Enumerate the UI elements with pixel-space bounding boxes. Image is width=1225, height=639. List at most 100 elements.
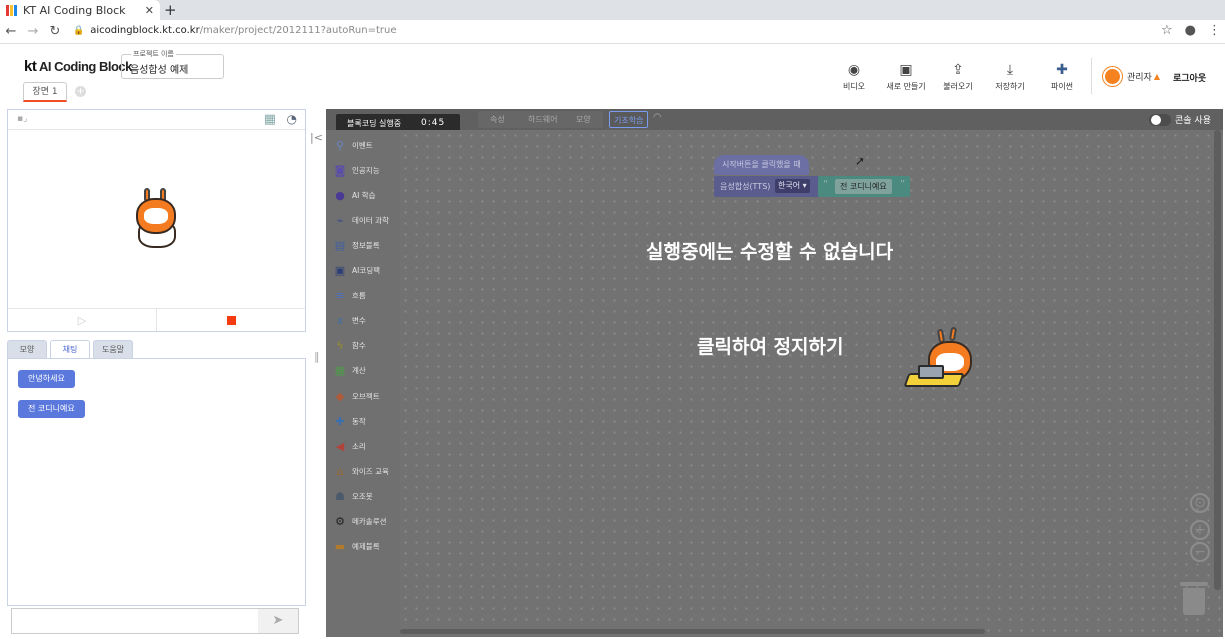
palette-item[interactable]: ▣ AI코딩팩 bbox=[334, 262, 380, 280]
profile-icon[interactable]: ● bbox=[1185, 23, 1196, 38]
new-file-icon: ▣ bbox=[899, 62, 913, 78]
avatar bbox=[1103, 67, 1122, 86]
palette-item-label: 오조봇 bbox=[352, 491, 373, 501]
project-name-value: 음성합성 예제 bbox=[130, 65, 189, 76]
tab-shape[interactable]: 모양 bbox=[7, 340, 47, 359]
browser-tab[interactable]: KT AI Coding Block ✕ bbox=[0, 0, 160, 20]
palette-item[interactable]: ϟ 함수 bbox=[334, 337, 366, 355]
palette-item[interactable]: 𝑥 변수 bbox=[334, 312, 366, 330]
palette-item[interactable]: ▦ 계산 bbox=[334, 362, 366, 380]
add-scene-button[interactable]: + bbox=[75, 86, 86, 97]
console-toggle[interactable]: 콘솔 사용 bbox=[1129, 112, 1215, 126]
calculate-icon: ▦ bbox=[334, 364, 346, 378]
trash-icon[interactable] bbox=[1180, 582, 1208, 615]
text-block[interactable]: “ 전 코디니예요 ” bbox=[818, 176, 910, 197]
palette-item-label: 오브젝트 bbox=[352, 391, 380, 401]
collapse-panel-icon[interactable]: |< bbox=[310, 131, 323, 144]
palette-item[interactable]: ⚲ 이벤트 bbox=[334, 136, 373, 154]
palette-item[interactable]: ≡ 흐름 bbox=[334, 287, 366, 305]
palette-item-label: 이벤트 bbox=[352, 140, 373, 150]
palette-item[interactable]: ✚ 동작 bbox=[334, 412, 366, 430]
click-to-stop-button[interactable]: 클릭하여 정지하기 bbox=[697, 332, 843, 359]
close-quote-icon: ” bbox=[899, 179, 905, 190]
project-name-field[interactable]: 프로젝트 이름 음성합성 예제 bbox=[121, 49, 224, 79]
menu-icon[interactable]: ⋮ bbox=[1208, 23, 1221, 38]
tab-hardware[interactable]: 하드웨어 bbox=[516, 111, 570, 128]
palette-item-label: 동작 bbox=[352, 416, 366, 426]
url-path: /maker/project/2012111?autoRun=true bbox=[199, 25, 397, 36]
stop-button[interactable] bbox=[156, 309, 305, 331]
chat-input[interactable] bbox=[12, 609, 252, 633]
wifi-icon[interactable]: ◠ bbox=[653, 112, 662, 123]
text-block-value[interactable]: 전 코디니예요 bbox=[835, 179, 892, 194]
tool-label: 저장하기 bbox=[995, 82, 1025, 91]
close-tab-icon[interactable]: ✕ bbox=[145, 4, 154, 17]
tab-chat[interactable]: 채팅 bbox=[50, 340, 90, 360]
tab-shape-editor[interactable]: 모양 bbox=[564, 111, 603, 128]
forward-icon[interactable]: → bbox=[22, 24, 44, 39]
tab-properties[interactable]: 속성 bbox=[478, 111, 517, 128]
favicon-icon bbox=[6, 4, 17, 16]
codini-character[interactable] bbox=[132, 188, 182, 250]
zoom-in-icon[interactable]: + bbox=[1190, 520, 1210, 540]
send-icon[interactable]: ➤ bbox=[258, 609, 298, 633]
palette-item[interactable]: ⚙ 메카솔루션 bbox=[334, 513, 387, 531]
palette-item[interactable]: ▬ 예제블록 bbox=[334, 538, 380, 556]
running-overlay-message: 실행중에는 수정할 수 없습니다 bbox=[646, 241, 894, 263]
new-button[interactable]: ▣ 새로 만들기 bbox=[880, 62, 932, 92]
palette-item-label: AI 학습 bbox=[352, 190, 376, 200]
tab-help[interactable]: 도움말 bbox=[93, 340, 133, 359]
play-button[interactable]: ▷ bbox=[8, 309, 156, 331]
panel-splitter[interactable]: ‖ bbox=[314, 350, 320, 363]
play-icon: ▷ bbox=[77, 313, 87, 327]
palette-item[interactable]: ◙ 인공지능 bbox=[334, 161, 380, 179]
palette-item[interactable]: ☗ 오조봇 bbox=[334, 487, 373, 505]
ai-robot-icon: ◙ bbox=[334, 163, 346, 177]
mouse-cursor-icon: ➚ bbox=[855, 154, 866, 168]
language-dropdown[interactable]: 한국어 ▾ bbox=[775, 179, 810, 193]
palette-item-label: 함수 bbox=[352, 341, 366, 351]
center-workspace-icon[interactable]: ⊙ bbox=[1190, 493, 1210, 513]
palette-item-label: 흐름 bbox=[352, 291, 366, 301]
project-name-label: 프로젝트 이름 bbox=[131, 49, 176, 59]
scene-tab[interactable]: 장면 1 bbox=[23, 82, 67, 102]
reload-icon[interactable]: ↻ bbox=[44, 24, 66, 39]
logo-kt: kt bbox=[24, 58, 37, 75]
toggle-switch[interactable] bbox=[1149, 113, 1172, 126]
back-icon[interactable]: ← bbox=[0, 24, 22, 39]
grid-icon[interactable]: ▦ bbox=[264, 112, 276, 127]
palette-item[interactable]: ⌁ 데이터 과학 bbox=[334, 211, 389, 229]
palette-item[interactable]: ◀ 소리 bbox=[334, 437, 366, 455]
palette-item[interactable]: ⌂ 와이즈 교육 bbox=[334, 462, 389, 480]
video-button[interactable]: ◉ 비디오 bbox=[828, 62, 880, 92]
python-icon: ✚ bbox=[1056, 62, 1068, 78]
logo[interactable]: kt AI Coding Block bbox=[24, 58, 132, 75]
palette-item[interactable]: ● AI 학습 bbox=[334, 186, 376, 204]
palette-item[interactable]: ▤ 정보블록 bbox=[334, 236, 380, 254]
new-tab-button[interactable]: + bbox=[164, 1, 177, 19]
url-field[interactable]: 🔒 aicodingblock.kt.co.kr/maker/project/20… bbox=[73, 25, 397, 36]
python-button[interactable]: ✚ 파이썬 bbox=[1036, 62, 1088, 92]
workspace[interactable] bbox=[400, 130, 1223, 637]
load-button[interactable]: ⇪ 불러오기 bbox=[932, 62, 984, 92]
tab-basic-learning[interactable]: 기초학습 bbox=[609, 111, 649, 128]
palette-item[interactable]: ◆ 오브젝트 bbox=[334, 387, 380, 405]
save-button[interactable]: ⤓ 저장하기 bbox=[984, 62, 1036, 92]
zoom-out-icon[interactable]: − bbox=[1190, 542, 1210, 562]
upload-icon: ⇪ bbox=[952, 62, 964, 78]
speed-icon[interactable]: ◔ bbox=[287, 112, 297, 126]
object-icon: ◆ bbox=[335, 389, 345, 403]
user-menu[interactable]: 관리자 ▲ bbox=[1103, 67, 1160, 86]
vertical-scrollbar[interactable] bbox=[1214, 130, 1221, 590]
palette-item-label: 정보블록 bbox=[352, 240, 380, 250]
palette-item-label: 메카솔루션 bbox=[352, 517, 387, 526]
horizontal-scrollbar[interactable] bbox=[400, 629, 985, 634]
function-icon: ϟ bbox=[336, 339, 344, 353]
event-block[interactable]: 시작버튼을 클릭했을 때 bbox=[714, 155, 809, 175]
tts-block[interactable]: 음성합성(TTS) 한국어 ▾ bbox=[714, 176, 822, 197]
block-editor[interactable]: 속성 하드웨어 모양 기초학습 ◠ 콘솔 사용 블록코딩 실행중 0:45 ⚲ 이… bbox=[326, 109, 1223, 637]
logout-button[interactable]: 로그아웃 bbox=[1173, 71, 1206, 84]
star-icon[interactable]: ☆ bbox=[1161, 23, 1173, 38]
chat-bubble: 전 코디니예요 bbox=[18, 400, 85, 418]
expand-icon[interactable]: ▪⌟ bbox=[17, 114, 27, 124]
